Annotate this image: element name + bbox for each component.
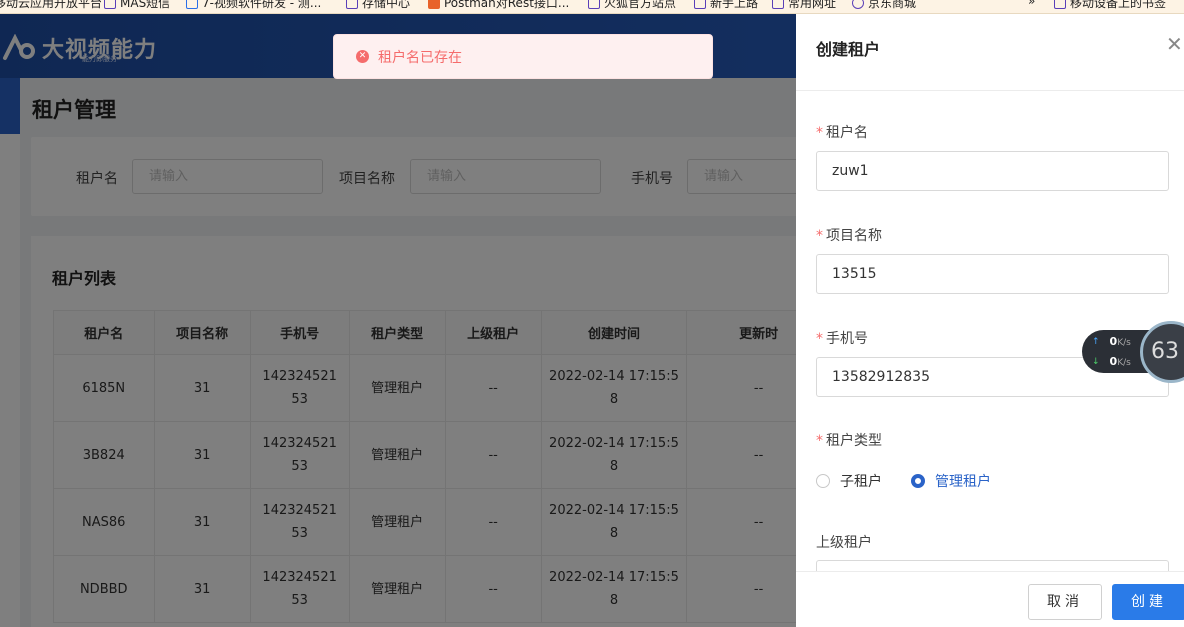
cancel-button[interactable]: 取消 — [1028, 584, 1102, 620]
bookmark-item[interactable]: 火狐官方站点 — [588, 0, 676, 11]
phone-label: * 手机号 — [816, 331, 868, 347]
bookmark-label: 常用网址 — [788, 0, 837, 10]
download-speed: ↓ 0K/s — [1092, 355, 1131, 368]
radio-label: 管理租户 — [935, 474, 991, 490]
folder-icon — [588, 0, 600, 9]
bookmark-item[interactable]: 存储中心 — [346, 0, 410, 11]
bookmark-label: 存储中心 — [362, 0, 411, 10]
divider — [796, 90, 1184, 91]
drawer-title: 创建租户 — [816, 40, 881, 59]
create-button[interactable]: 创建 — [1112, 584, 1184, 620]
arrow-up-icon: ↑ — [1092, 336, 1100, 347]
user-icon — [186, 0, 198, 9]
upload-speed: ↑ 0K/s — [1092, 335, 1131, 348]
folder-icon — [772, 0, 784, 9]
tenant-name-label: * 租户名 — [816, 125, 868, 141]
bookmark-item[interactable]: 7-视频软件研发 - 测... — [186, 0, 321, 11]
bookmark-label: 移动云应用开放平台 — [0, 0, 103, 10]
folder-icon — [346, 0, 358, 9]
bookmark-label: 火狐官方站点 — [604, 0, 677, 10]
toast-message: 租户名已存在 — [378, 49, 462, 66]
bookmarks-bar: 移动云应用开放平台 MAS短信 7-视频软件研发 - 测... 存储中心 Pos… — [0, 0, 1184, 14]
parent-tenant-label: 上级租户 — [816, 535, 872, 551]
bookmark-label: 京东商城 — [868, 0, 917, 10]
bookmark-label: Postman对Rest接口... — [444, 0, 570, 10]
tenant-name-input[interactable]: zuw1 — [816, 151, 1169, 191]
project-name-label: * 项目名称 — [816, 228, 882, 244]
radio-sub-tenant[interactable]: 子租户 — [816, 471, 882, 491]
bookmark-label: 移动设备上的书签 — [1070, 0, 1167, 10]
project-name-input[interactable]: 13515 — [816, 254, 1169, 294]
bookmark-item[interactable]: Postman对Rest接口... — [428, 0, 569, 11]
bookmark-item[interactable]: 移动设备上的书签 — [1054, 0, 1166, 11]
bookmark-item[interactable]: 移动云应用开放平台 — [0, 0, 102, 11]
arrow-down-icon: ↓ — [1092, 356, 1100, 367]
bookmark-label: 7-视频软件研发 - 测... — [202, 0, 322, 10]
radio-admin-tenant[interactable]: 管理租户 — [911, 471, 991, 491]
error-toast: ✕ 租户名已存在 — [333, 34, 713, 79]
create-tenant-drawer: 创建租户 ✕ * 租户名 zuw1 * 项目名称 13515 * 手机号 135829… — [796, 14, 1184, 627]
c-icon — [428, 0, 440, 9]
close-icon[interactable]: ✕ — [1166, 34, 1183, 54]
folder-icon — [1054, 0, 1066, 9]
globe-icon — [852, 0, 864, 9]
radio-checked-icon — [911, 474, 925, 488]
bookmark-label: 新手上路 — [710, 0, 759, 10]
chevron-double-right-icon[interactable]: » — [1028, 0, 1035, 8]
bookmark-label: MAS短信 — [120, 0, 171, 10]
bookmark-item[interactable]: 京东商城 — [852, 0, 916, 11]
tenant-type-label: * 租户类型 — [816, 433, 882, 449]
folder-icon — [694, 0, 706, 9]
drawer-footer: 取消 创建 — [796, 571, 1184, 627]
radio-label: 子租户 — [840, 474, 882, 490]
folder-icon — [104, 0, 116, 9]
bookmark-item[interactable]: MAS短信 — [104, 0, 170, 11]
bookmark-item[interactable]: 常用网址 — [772, 0, 836, 11]
error-circle-icon: ✕ — [356, 50, 369, 63]
bookmark-item[interactable]: 新手上路 — [694, 0, 758, 11]
gauge-value: 63 — [1151, 339, 1179, 364]
radio-unchecked-icon — [816, 474, 830, 488]
